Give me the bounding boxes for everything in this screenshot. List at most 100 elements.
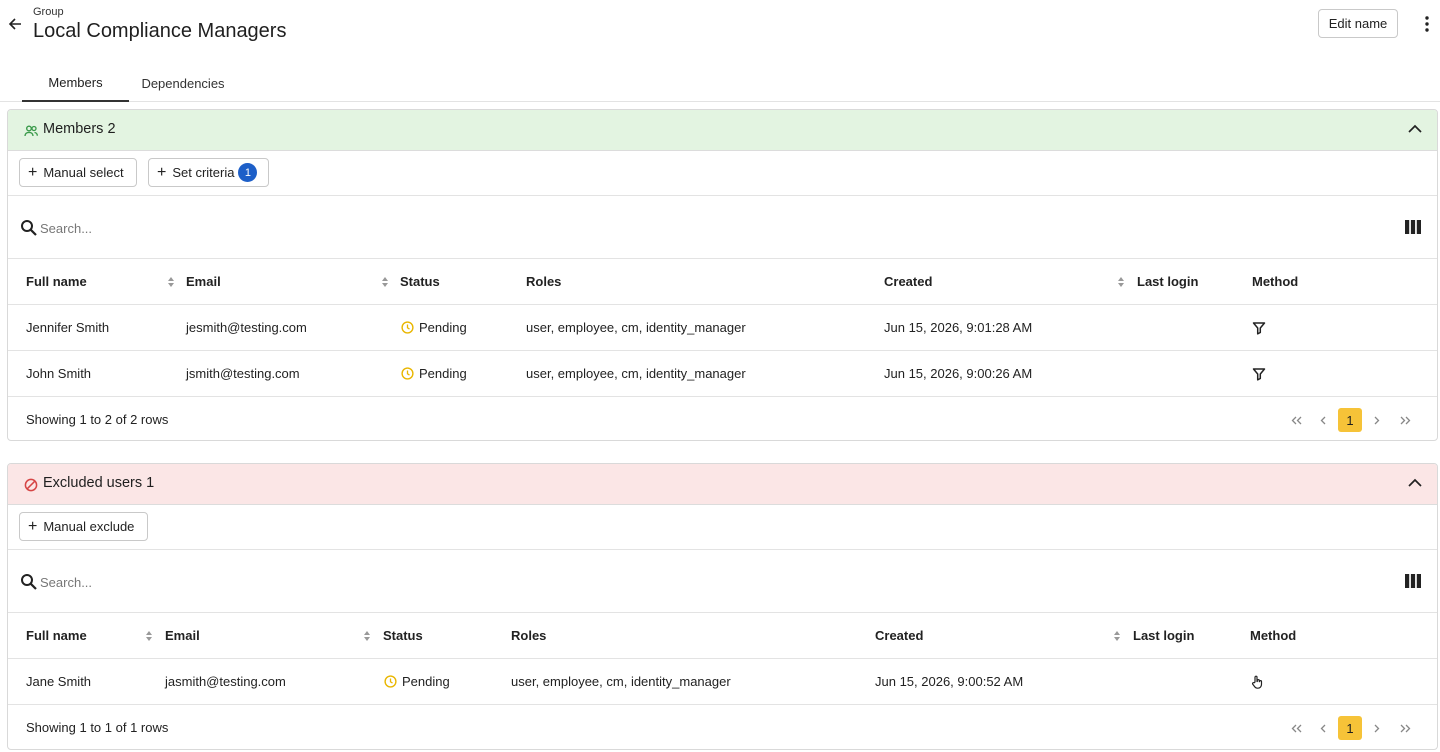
last-page-button[interactable] xyxy=(1393,408,1417,432)
status-text: Pending xyxy=(419,320,467,335)
cell-full-name: Jennifer Smith xyxy=(26,320,110,335)
edit-name-button[interactable]: Edit name xyxy=(1318,9,1398,38)
members-section-header: Members 2 xyxy=(8,110,1437,151)
cell-status: Pending xyxy=(401,366,467,381)
manual-exclude-label: Manual exclude xyxy=(43,519,135,534)
more-options-button[interactable] xyxy=(1417,13,1437,35)
chevrons-left-icon xyxy=(1291,724,1301,732)
tab-members[interactable]: Members xyxy=(22,65,129,102)
next-page-button[interactable] xyxy=(1365,408,1389,432)
column-header-created[interactable]: Created xyxy=(875,628,923,643)
cell-email: jasmith@testing.com xyxy=(165,674,286,689)
collapse-excluded-button[interactable] xyxy=(1405,472,1425,492)
arrow-left-icon xyxy=(8,18,21,30)
plus-icon: + xyxy=(28,163,38,181)
table-row[interactable]: Jane Smith jasmith@testing.com Pending u… xyxy=(8,659,1437,705)
page-title: Local Compliance Managers xyxy=(33,20,287,42)
first-page-button[interactable] xyxy=(1284,408,1308,432)
excluded-table-footer: Showing 1 to 1 of 1 rows 1 xyxy=(8,705,1437,749)
manual-select-label: Manual select xyxy=(43,165,124,180)
members-section: Members 2 + Manual select + Set criteria… xyxy=(7,109,1438,441)
set-criteria-label: Set criteria xyxy=(172,165,235,180)
excluded-users-section: Excluded users 1 + Manual exclude Full n… xyxy=(7,463,1438,750)
plus-icon: + xyxy=(157,163,167,181)
sort-icon[interactable] xyxy=(166,275,176,289)
last-page-button[interactable] xyxy=(1393,716,1417,740)
chevron-right-icon xyxy=(1374,416,1380,424)
column-header-status: Status xyxy=(400,274,440,289)
excluded-search-bar xyxy=(8,550,1437,613)
manual-exclude-button[interactable]: + Manual exclude xyxy=(19,512,148,541)
members-section-title: Members 2 xyxy=(43,121,116,137)
sort-icon[interactable] xyxy=(1112,629,1122,643)
cell-created: Jun 15, 2026, 9:00:52 AM xyxy=(875,674,1024,689)
sort-icon[interactable] xyxy=(144,629,154,643)
cell-created: Jun 15, 2026, 9:01:28 AM xyxy=(884,320,1033,335)
cell-status: Pending xyxy=(384,674,450,689)
members-search-input[interactable] xyxy=(40,216,640,240)
column-header-email[interactable]: Email xyxy=(165,628,200,643)
excluded-actions: + Manual exclude xyxy=(8,505,1437,550)
excluded-table-header: Full name Email Status Roles Created Las… xyxy=(8,613,1437,659)
cell-full-name: Jane Smith xyxy=(26,674,92,689)
column-header-last-login: Last login xyxy=(1137,274,1199,289)
table-row[interactable]: John Smith jsmith@testing.com Pending us… xyxy=(8,351,1437,397)
tab-dependencies[interactable]: Dependencies xyxy=(129,65,237,102)
more-vertical-icon xyxy=(1425,16,1429,32)
table-row[interactable]: Jennifer Smith jesmith@testing.com Pendi… xyxy=(8,305,1437,351)
column-header-full-name[interactable]: Full name xyxy=(26,274,87,289)
members-search-bar xyxy=(8,196,1437,259)
column-header-full-name[interactable]: Full name xyxy=(26,628,87,643)
columns-icon[interactable] xyxy=(1405,220,1421,234)
column-header-roles: Roles xyxy=(511,628,547,643)
manual-select-button[interactable]: + Manual select xyxy=(19,158,137,187)
column-header-method: Method xyxy=(1250,628,1297,643)
chevron-up-icon xyxy=(1408,124,1422,133)
set-criteria-button[interactable]: + Set criteria 1 xyxy=(148,158,269,187)
sort-icon[interactable] xyxy=(362,629,372,643)
clock-icon xyxy=(384,675,397,688)
columns-icon[interactable] xyxy=(1405,574,1421,588)
sort-icon[interactable] xyxy=(1116,275,1126,289)
sort-icon[interactable] xyxy=(380,275,390,289)
cell-roles: user, employee, cm, identity_manager xyxy=(526,320,746,335)
cell-full-name: John Smith xyxy=(26,366,92,381)
excluded-section-header: Excluded users 1 xyxy=(8,464,1437,505)
hand-pointer-icon xyxy=(1251,675,1263,689)
cell-email: jsmith@testing.com xyxy=(186,366,300,381)
status-text: Pending xyxy=(419,366,467,381)
search-icon xyxy=(21,220,37,236)
filter-icon xyxy=(1252,368,1266,381)
chevrons-left-icon xyxy=(1291,416,1301,424)
members-table-footer: Showing 1 to 2 of 2 rows 1 xyxy=(8,397,1437,440)
cell-roles: user, employee, cm, identity_manager xyxy=(511,674,731,689)
rows-summary: Showing 1 to 2 of 2 rows xyxy=(26,412,169,427)
page-overline: Group xyxy=(33,6,64,18)
cell-roles: user, employee, cm, identity_manager xyxy=(526,366,746,381)
excluded-section-title: Excluded users 1 xyxy=(43,475,155,491)
back-button[interactable] xyxy=(4,13,26,35)
previous-page-button[interactable] xyxy=(1311,716,1335,740)
column-header-email[interactable]: Email xyxy=(186,274,221,289)
chevrons-right-icon xyxy=(1400,416,1410,424)
column-header-method: Method xyxy=(1252,274,1299,289)
chevron-right-icon xyxy=(1374,724,1380,732)
first-page-button[interactable] xyxy=(1284,716,1308,740)
chevron-left-icon xyxy=(1320,416,1326,424)
plus-icon: + xyxy=(28,517,38,535)
clock-icon xyxy=(401,367,414,380)
next-page-button[interactable] xyxy=(1365,716,1389,740)
search-icon xyxy=(21,574,37,590)
chevron-up-icon xyxy=(1408,478,1422,487)
excluded-search-input[interactable] xyxy=(40,570,640,594)
page-1-button[interactable]: 1 xyxy=(1338,716,1362,740)
filter-icon xyxy=(1252,322,1266,335)
previous-page-button[interactable] xyxy=(1311,408,1335,432)
collapse-members-button[interactable] xyxy=(1405,118,1425,138)
members-actions: + Manual select + Set criteria 1 xyxy=(8,151,1437,196)
column-header-last-login: Last login xyxy=(1133,628,1195,643)
status-text: Pending xyxy=(402,674,450,689)
tab-bar: Members Dependencies xyxy=(0,65,1440,102)
column-header-created[interactable]: Created xyxy=(884,274,932,289)
page-1-button[interactable]: 1 xyxy=(1338,408,1362,432)
